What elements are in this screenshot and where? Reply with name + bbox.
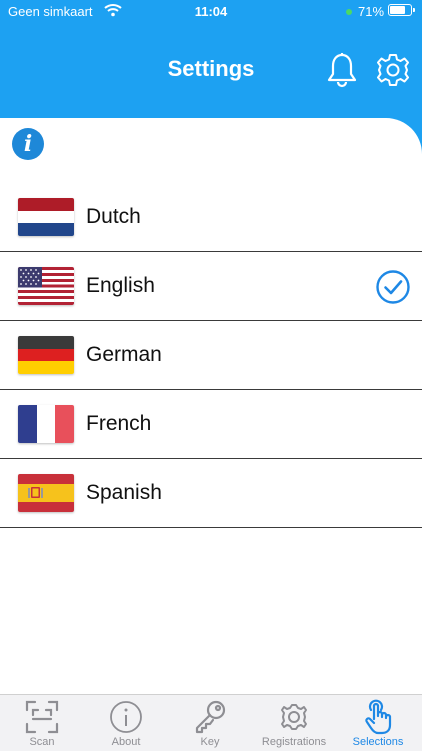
gear-icon[interactable]	[375, 52, 411, 88]
tab-scan[interactable]: Scan	[0, 695, 84, 751]
tab-bar: Scan About Key Registrations Selections	[0, 694, 422, 751]
battery-percentage: 71%	[358, 4, 385, 19]
tap-icon	[365, 699, 392, 735]
language-label: German	[86, 343, 162, 366]
privacy-indicator	[346, 9, 352, 15]
registrations-icon	[281, 704, 307, 730]
language-row-spanish[interactable]: Spanish	[0, 459, 422, 528]
usa-flag-icon	[18, 267, 74, 305]
tab-key[interactable]: Key	[168, 695, 252, 751]
tab-label: Selections	[352, 736, 404, 748]
scan-icon	[25, 700, 59, 734]
settings-panel: i Dutch English German French Spanish	[0, 118, 422, 694]
tab-label: About	[111, 736, 141, 748]
key-icon	[195, 700, 226, 734]
tab-label: Scan	[29, 736, 55, 748]
language-label: Dutch	[86, 205, 141, 228]
tab-label: Key	[200, 736, 220, 748]
language-label: English	[86, 274, 155, 297]
language-row-dutch[interactable]: Dutch	[0, 183, 422, 252]
language-label: French	[86, 412, 152, 435]
info-icon	[110, 701, 142, 733]
bell-icon[interactable]	[326, 52, 358, 88]
tab-registrations[interactable]: Registrations	[252, 695, 336, 751]
language-label: Spanish	[86, 481, 162, 504]
language-row-french[interactable]: French	[0, 390, 422, 459]
france-flag-icon	[18, 405, 74, 443]
info-button[interactable]: i	[12, 128, 44, 160]
page-title: Settings	[167, 56, 255, 81]
language-list: Dutch English German French Spanish	[0, 183, 422, 528]
checkmark-icon	[376, 270, 410, 304]
language-row-german[interactable]: German	[0, 321, 422, 390]
tab-label: Registrations	[261, 736, 327, 748]
spain-flag-icon	[18, 474, 74, 512]
tab-about[interactable]: About	[84, 695, 168, 751]
tab-selections[interactable]: Selections	[336, 695, 420, 751]
netherlands-flag-icon	[18, 198, 74, 236]
language-row-english[interactable]: English	[0, 252, 422, 321]
battery-icon	[388, 4, 415, 16]
germany-flag-icon	[18, 336, 74, 374]
status-bar: Geen simkaart 11:04 71%	[0, 0, 422, 24]
